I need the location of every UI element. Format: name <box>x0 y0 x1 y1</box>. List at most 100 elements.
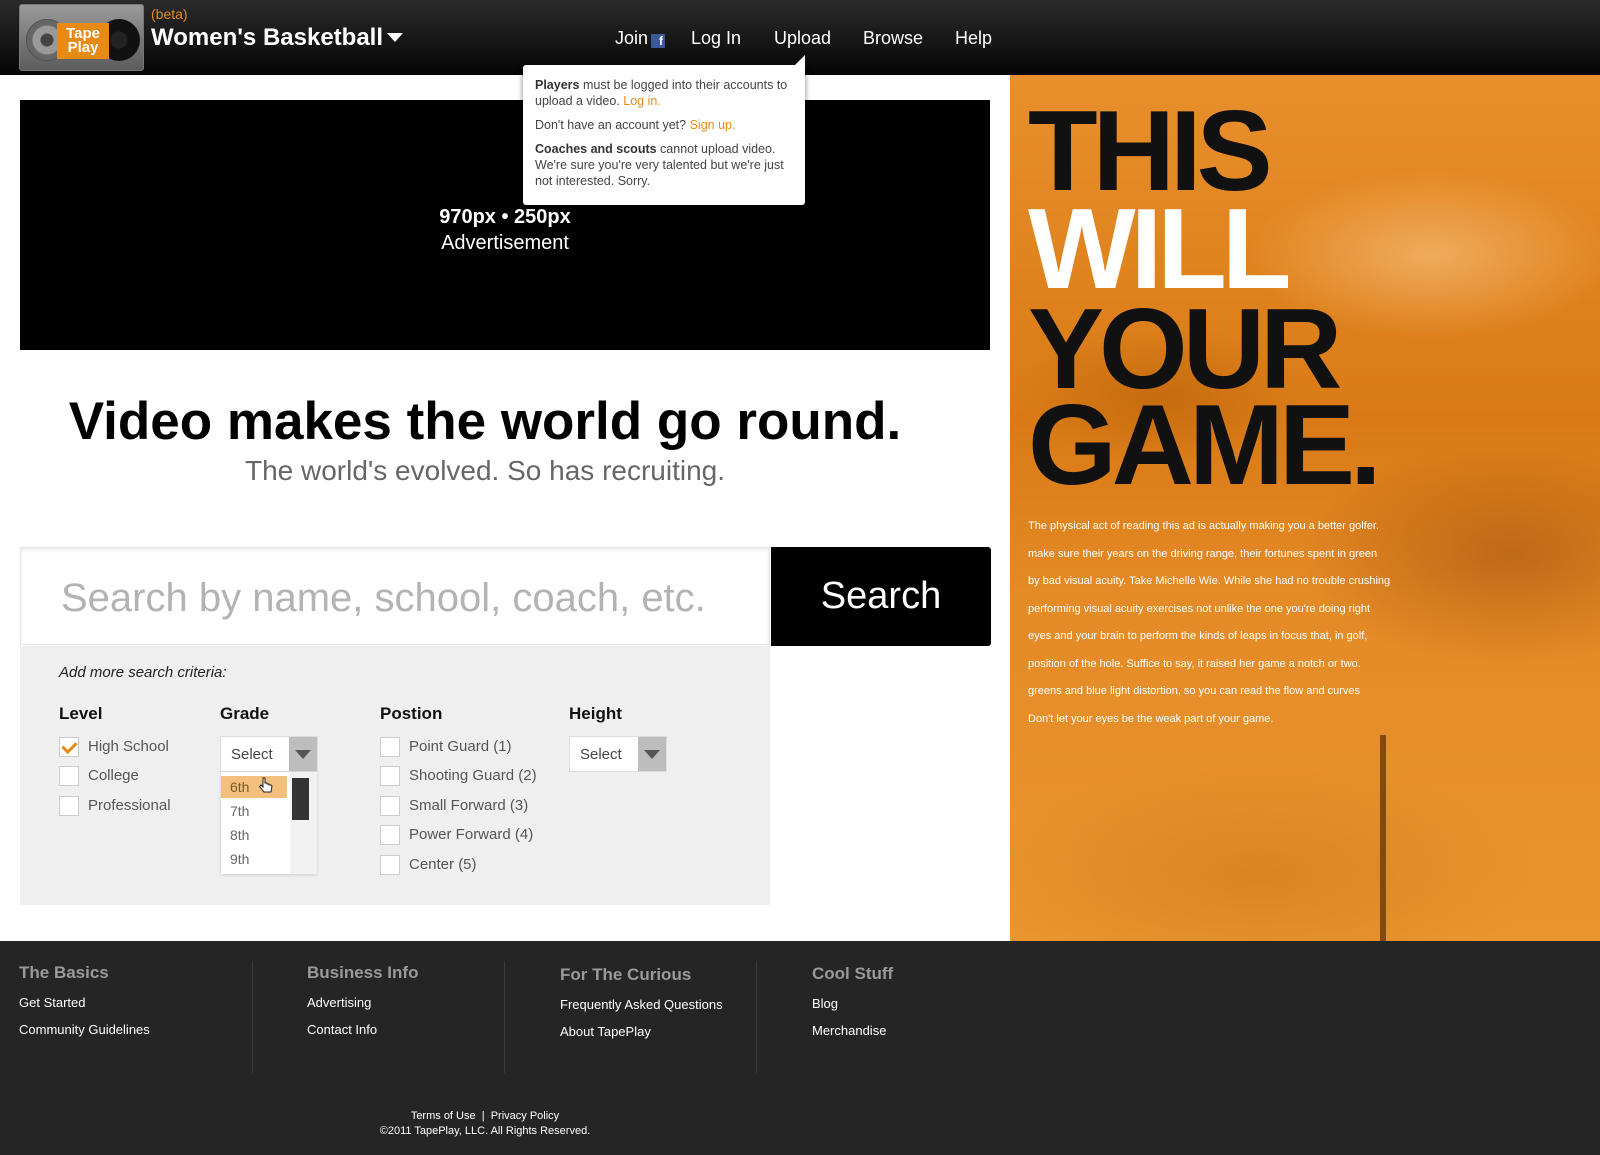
footer-col-business: Business Info Advertising Contact Info <box>307 963 418 1049</box>
copyright: ©2011 TapePlay, LLC. All Rights Reserved… <box>379 1125 591 1137</box>
logo-badge: Tape Play <box>57 23 109 59</box>
checkbox[interactable] <box>380 766 400 787</box>
ad-copy-line: Don't let your eyes be the weak part of … <box>1028 712 1274 725</box>
privacy-link[interactable]: Privacy Policy <box>491 1110 559 1122</box>
level-option-professional[interactable]: Professional <box>59 795 171 817</box>
position-option-label: Point Guard (1) <box>409 738 512 755</box>
legal-separator: | <box>481 1110 485 1122</box>
level-option-label: High School <box>88 738 169 755</box>
footer-col-curious: For The Curious Frequently Asked Questio… <box>560 965 723 1051</box>
ad-banner[interactable]: 970px • 250px Advertisement <box>20 100 990 350</box>
tooltip-signup-link[interactable]: Sign up. <box>690 118 736 132</box>
checkbox[interactable] <box>380 737 400 758</box>
ad-copy-line: eyes and your brain to perform the kinds… <box>1028 630 1368 642</box>
tapeplay-logo[interactable]: Tape Play <box>19 4 144 71</box>
tooltip-coaches-bold: Coaches and scouts <box>535 142 657 156</box>
tooltip-login-link[interactable]: Log in. <box>623 94 661 108</box>
footer-divider <box>252 961 253 1073</box>
level-heading: Level <box>59 704 103 723</box>
checkbox[interactable] <box>380 825 400 846</box>
footer-link-blog[interactable]: Blog <box>812 996 893 1011</box>
sport-title: Women's Basketball <box>151 24 384 51</box>
position-option-power-forward[interactable]: Power Forward (4) <box>380 824 533 846</box>
nav-join[interactable]: Join f <box>615 28 666 49</box>
scrollbar-thumb[interactable] <box>292 778 309 820</box>
ad-copy-line: The physical act of reading this ad is a… <box>1028 520 1379 532</box>
grade-select[interactable]: Select <box>220 736 318 772</box>
footer-heading: The Basics <box>19 963 109 982</box>
height-heading: Height <box>569 704 622 723</box>
search-placeholder: Search by name, school, coach, etc. <box>61 576 706 620</box>
checkbox-checked[interactable] <box>59 737 79 758</box>
position-option-small-forward[interactable]: Small Forward (3) <box>380 795 528 817</box>
position-option-label: Power Forward (4) <box>409 826 534 843</box>
ad-dimensions: 970px • 250px <box>439 206 571 228</box>
tooltip-arrow <box>793 55 805 67</box>
position-option-center[interactable]: Center (5) <box>380 854 477 876</box>
ad-line-game: GAME. <box>1028 382 1382 509</box>
level-option-college[interactable]: College <box>59 765 139 787</box>
grade-option-8th[interactable]: 8th <box>221 824 287 846</box>
facebook-icon: f <box>651 34 666 48</box>
ad-copy: The physical act of reading this ad is a… <box>1028 513 1428 733</box>
footer-link-contact-info[interactable]: Contact Info <box>307 1022 418 1037</box>
footer-link-advertising[interactable]: Advertising <box>307 995 418 1010</box>
terms-link[interactable]: Terms of Use <box>411 1110 476 1122</box>
search-input[interactable]: Search by name, school, coach, etc. <box>20 547 770 645</box>
site-footer: The Basics Get Started Community Guideli… <box>0 941 1600 1155</box>
chevron-down-icon[interactable] <box>289 737 317 771</box>
tooltip-players-bold: Players <box>535 78 580 92</box>
grade-option-9th[interactable]: 9th <box>221 848 287 870</box>
checkbox[interactable] <box>59 796 79 817</box>
chevron-down-icon[interactable] <box>638 737 666 771</box>
sport-selector[interactable]: Women's Basketball <box>151 24 404 52</box>
ad-label: Advertisement <box>441 232 569 254</box>
ad-copy-line: by bad visual acuity. Take Michelle Wie.… <box>1028 575 1391 587</box>
grade-option-7th[interactable]: 7th <box>221 800 287 822</box>
upload-tooltip: Players must be logged into their accoun… <box>523 55 805 205</box>
search-button[interactable]: Search <box>771 547 991 646</box>
footer-link-community-guidelines[interactable]: Community Guidelines <box>19 1022 150 1037</box>
side-advertisement[interactable]: THIS WILL YOUR GAME. The physical act of… <box>1010 75 1600 941</box>
position-option-label: Small Forward (3) <box>409 797 529 814</box>
footer-heading: Cool Stuff <box>812 964 894 983</box>
footer-link-about[interactable]: About TapePlay <box>560 1024 723 1039</box>
dropdown-scrollbar[interactable] <box>290 772 317 874</box>
beta-label: (beta) <box>151 6 188 22</box>
checkbox[interactable] <box>380 855 400 876</box>
ad-copy-line: position of the hole. Suffice to say, it… <box>1028 657 1361 670</box>
fence-post-decoration <box>1380 735 1386 941</box>
ad-copy-line: greens and blue light distortion, so you… <box>1028 685 1361 697</box>
checkbox[interactable] <box>59 766 79 787</box>
position-option-shooting-guard[interactable]: Shooting Guard (2) <box>380 765 537 787</box>
footer-heading: For The Curious <box>560 965 692 984</box>
grade-option-6th[interactable]: 6th <box>221 776 287 798</box>
height-select[interactable]: Select <box>569 736 667 772</box>
nav-upload[interactable]: Upload <box>774 28 831 49</box>
grade-heading: Grade <box>220 704 270 723</box>
ad-copy-line: performing visual acuity exercises not u… <box>1028 602 1371 615</box>
criteria-title: Add more search criteria: <box>59 664 227 681</box>
ad-copy-line: make sure their years on the driving ran… <box>1028 547 1378 560</box>
nav-help[interactable]: Help <box>955 28 992 49</box>
nav-join-label: Join <box>615 28 649 48</box>
tooltip-signup-text: Don't have an account yet? <box>535 118 690 132</box>
footer-link-faq[interactable]: Frequently Asked Questions <box>560 997 723 1012</box>
footer-link-merchandise[interactable]: Merchandise <box>812 1023 893 1038</box>
footer-divider <box>504 961 505 1073</box>
height-select-value: Select <box>580 746 622 763</box>
grade-select-value: Select <box>231 746 273 763</box>
nav-login[interactable]: Log In <box>691 28 741 49</box>
position-option-point-guard[interactable]: Point Guard (1) <box>380 736 512 758</box>
hero-headline: Video makes the world go round. <box>68 392 902 451</box>
position-option-label: Shooting Guard (2) <box>409 767 537 784</box>
nav-browse[interactable]: Browse <box>863 28 923 49</box>
footer-divider <box>756 961 757 1073</box>
footer-link-get-started[interactable]: Get Started <box>19 995 150 1010</box>
hand-cursor-icon <box>259 777 273 793</box>
level-option-high-school[interactable]: High School <box>59 736 169 758</box>
tooltip-coaches: Coaches and scouts cannot upload video. … <box>535 141 793 189</box>
footer-heading: Business Info <box>307 963 419 982</box>
checkbox[interactable] <box>380 796 400 817</box>
hero-subhead: The world's evolved. So has recruiting. <box>244 455 726 486</box>
